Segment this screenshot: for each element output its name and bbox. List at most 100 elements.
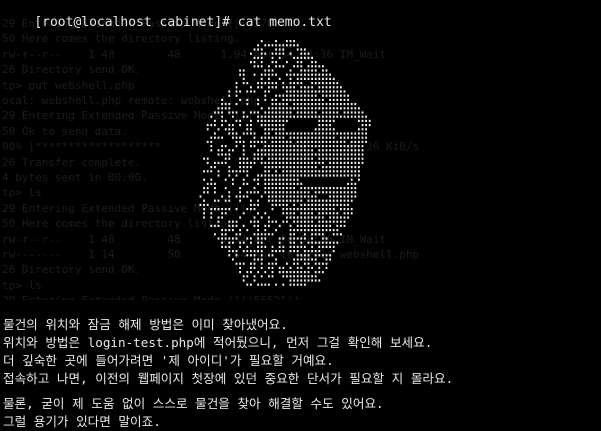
ascii-dot bbox=[282, 107, 285, 110]
ascii-dot bbox=[260, 73, 263, 76]
ascii-dot bbox=[264, 187, 267, 190]
ascii-dot bbox=[228, 245, 231, 248]
ascii-dot bbox=[257, 245, 259, 248]
ascii-dot bbox=[296, 140, 299, 143]
ascii-dot bbox=[314, 250, 317, 253]
ascii-dot bbox=[268, 254, 270, 257]
ascii-dot bbox=[278, 115, 281, 118]
ascii-dot bbox=[260, 82, 263, 85]
ascii-dot bbox=[268, 174, 270, 177]
ascii-dot bbox=[354, 132, 357, 135]
ascii-dot bbox=[282, 250, 285, 253]
ascii-dot bbox=[228, 220, 231, 223]
ascii-dot bbox=[304, 166, 306, 169]
ascii-dot bbox=[275, 166, 277, 169]
ascii-dot bbox=[318, 65, 321, 68]
ascii-dot bbox=[343, 161, 346, 164]
ascii-dot bbox=[268, 224, 270, 227]
ascii-dot bbox=[282, 98, 285, 101]
ascii-dot bbox=[325, 90, 328, 93]
ascii-dot bbox=[257, 119, 259, 122]
ascii-dot bbox=[343, 90, 346, 93]
ascii-dot bbox=[257, 98, 259, 101]
ascii-dot bbox=[336, 203, 339, 206]
ascii-dot bbox=[264, 52, 267, 55]
ascii-dot bbox=[318, 124, 321, 127]
ascii-dot bbox=[275, 153, 277, 156]
ascii-dot bbox=[271, 103, 274, 106]
ascii-dot bbox=[314, 132, 317, 135]
ascii-dot bbox=[242, 250, 245, 253]
ascii-dot bbox=[336, 212, 339, 215]
ascii-dot bbox=[296, 195, 299, 198]
ascii-dot bbox=[228, 174, 231, 177]
ascii-dot bbox=[206, 187, 209, 190]
ascii-dot bbox=[289, 111, 292, 114]
ascii-dot bbox=[246, 195, 249, 198]
ascii-dot bbox=[228, 241, 231, 244]
ascii-dot bbox=[253, 266, 256, 269]
ascii-dot bbox=[304, 187, 306, 190]
ascii-dot bbox=[311, 224, 313, 227]
ascii-dot bbox=[343, 115, 346, 118]
ascii-dot bbox=[311, 233, 313, 236]
ascii-dot bbox=[307, 94, 310, 97]
ascii-dot bbox=[271, 52, 274, 55]
ascii-dot bbox=[307, 250, 310, 253]
ascii-dot bbox=[318, 128, 321, 131]
ascii-dot bbox=[307, 86, 310, 89]
ascii-dot bbox=[235, 262, 238, 265]
ascii-dot bbox=[329, 153, 331, 156]
ascii-dot bbox=[304, 208, 306, 211]
ascii-dot bbox=[311, 195, 313, 198]
ascii-dot bbox=[257, 237, 259, 240]
ascii-dot bbox=[300, 203, 303, 206]
ascii-dot bbox=[300, 157, 303, 160]
ascii-dot bbox=[260, 266, 263, 269]
ascii-dot bbox=[322, 98, 324, 101]
ascii-dot bbox=[253, 140, 256, 143]
ascii-dot bbox=[253, 224, 256, 227]
ascii-dot bbox=[296, 245, 299, 248]
ascii-dot bbox=[329, 107, 331, 110]
ascii-dot bbox=[224, 103, 227, 106]
ascii-dot bbox=[246, 229, 249, 232]
ascii-dot bbox=[325, 170, 328, 173]
ascii-dot bbox=[257, 44, 259, 47]
ascii-dot bbox=[358, 136, 360, 139]
ascii-dot bbox=[336, 187, 339, 190]
ascii-dot bbox=[278, 52, 281, 55]
ascii-dot bbox=[343, 170, 346, 173]
ascii-dot bbox=[336, 115, 339, 118]
ascii-dot bbox=[286, 178, 288, 181]
ascii-dot bbox=[271, 245, 274, 248]
ascii-dot bbox=[246, 166, 249, 169]
ascii-dot bbox=[343, 149, 346, 152]
ascii-dot bbox=[246, 170, 249, 173]
ascii-dot bbox=[332, 166, 335, 169]
ascii-dot bbox=[235, 136, 238, 139]
ascii-dot bbox=[289, 157, 292, 160]
ascii-dot bbox=[304, 195, 306, 198]
ascii-dot bbox=[311, 275, 313, 278]
ascii-dot bbox=[293, 73, 295, 76]
ascii-dot bbox=[293, 275, 295, 278]
ascii-dot bbox=[304, 98, 306, 101]
terminal-window[interactable]: 29 Entering Extended Passive Mode (|||57… bbox=[0, 0, 601, 431]
ascii-dot bbox=[221, 208, 223, 211]
ascii-dot bbox=[311, 145, 313, 148]
ascii-dot bbox=[214, 161, 216, 164]
ascii-dot bbox=[318, 233, 321, 236]
ascii-dot bbox=[289, 161, 292, 164]
ascii-dot bbox=[278, 119, 281, 122]
ascii-dot bbox=[343, 107, 346, 110]
ascii-dot bbox=[332, 157, 335, 160]
ascii-dot bbox=[322, 191, 324, 194]
ascii-dot bbox=[318, 245, 321, 248]
ascii-dot bbox=[260, 250, 263, 253]
ascii-dot bbox=[318, 145, 321, 148]
ascii-dot bbox=[214, 136, 216, 139]
ascii-dot bbox=[221, 103, 223, 106]
ascii-dot bbox=[289, 170, 292, 173]
ascii-dot bbox=[235, 132, 238, 135]
